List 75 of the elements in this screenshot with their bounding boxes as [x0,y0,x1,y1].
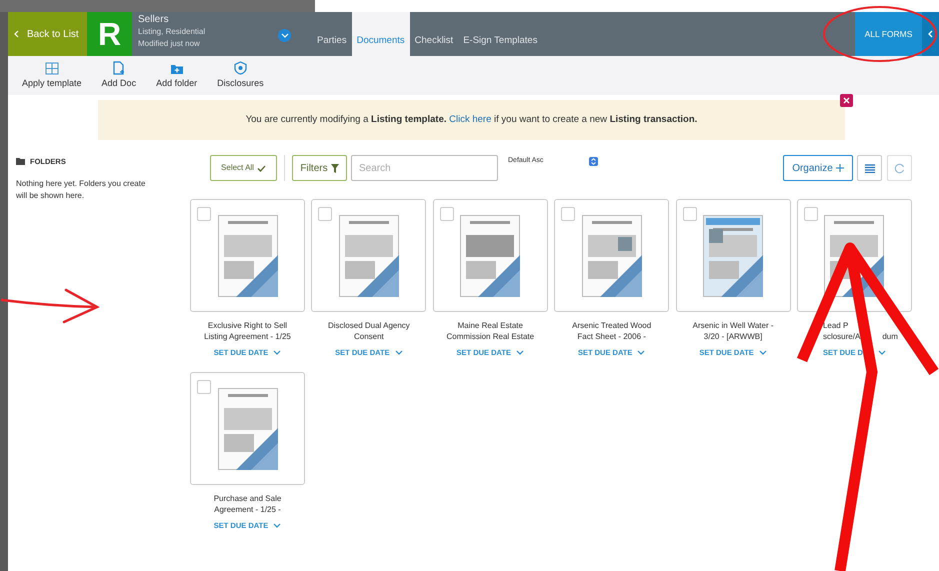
chevron-left-icon [928,30,933,38]
document-title: Exclusive Right to Sell [208,320,288,331]
document-card[interactable] [190,199,305,312]
toolbar-button[interactable]: Disclosures [209,60,272,90]
tab[interactable]: Checklist [410,12,458,56]
list-view-button[interactable] [857,155,882,181]
logo: R [87,12,132,56]
checkbox[interactable] [804,207,818,221]
tab[interactable]: Documents [352,12,410,56]
document-title: Listing Agreement - 1/25 [204,331,291,342]
document-title: 3/20 - [ARWWB] [704,331,762,342]
document-title: Consent [354,331,384,342]
checkbox[interactable] [197,380,211,394]
checkbox[interactable] [197,207,211,221]
checkmark-icon [256,164,266,172]
chevron-icon [273,350,282,356]
transaction-type: Listing, Residential [138,26,206,38]
toolbar-button[interactable]: Apply template [14,62,90,90]
document-card[interactable] [190,372,305,486]
document-title: Purchase and Sale [214,493,282,504]
modified-status: Modified just now [138,38,201,50]
checkbox[interactable] [561,207,576,221]
dropdown-icon [589,157,598,166]
toolbar-button[interactable]: Add Doc [94,60,144,90]
document-title: Disclosed Dual Agency [328,320,410,331]
close-button[interactable] [840,94,853,107]
checkbox[interactable] [318,207,332,221]
grid-icon [44,62,59,74]
move-icon [836,164,844,172]
chevron-icon [273,523,282,528]
chevron-icon [394,350,403,356]
checkbox[interactable] [682,207,697,221]
list-icon [864,164,874,172]
chevron-icon [280,33,288,38]
select-all-button[interactable]: Select All [210,155,277,181]
refresh-button[interactable] [887,155,912,181]
organize-button[interactable]: Organize [783,155,853,181]
chevron-icon [516,350,524,356]
shield-icon [234,60,247,74]
document-title: dum [882,331,898,342]
add-document-icon [112,60,125,74]
search-field[interactable]: Search [351,155,498,181]
document-title: Fact Sheet - 2006 - [577,331,646,342]
chevron-icon [637,350,646,356]
document-card[interactable] [432,199,548,312]
chevron-left-icon [14,30,19,38]
document-card[interactable] [676,199,791,312]
document-title: Agreement - 1/25 - [214,504,281,516]
tab[interactable]: Parties [312,12,352,56]
document-title: Maine Real Estate [458,320,523,331]
document-title: Arsenic in Well Water - [692,320,774,331]
document-card[interactable] [311,199,426,312]
document-title: Lead P [822,320,848,331]
chevron-icon [758,350,767,356]
filter-icon [330,164,339,172]
checkbox[interactable] [440,207,454,221]
document-title: sclosure/A [822,331,860,342]
filters-button[interactable]: Filters [292,155,347,181]
dropdown-button[interactable] [278,29,291,42]
folder-icon [16,158,25,166]
close-icon [843,97,850,104]
add-folder-icon [170,62,184,74]
chevron-icon [878,350,886,356]
tab[interactable]: E-Sign Templates [458,12,542,56]
toolbar-button[interactable]: Add folder [148,62,206,90]
refresh-icon [894,162,905,174]
document-title: Commission Real Estate [446,331,534,342]
click-here-link[interactable]: Click here [449,114,492,125]
document-card[interactable] [554,199,670,312]
empty-folders-text: Nothing here yet. Folders you create will be shown here. [16,178,146,202]
notice-text: You are currently modifying a Listing template. Click here if you want to create a new Listing transaction. [246,112,698,127]
all-forms-button[interactable]: ALL FORMS [855,12,922,56]
document-title: Arsenic Treated Wood [572,320,652,331]
transaction-title: Sellers [138,14,170,26]
back-button[interactable]: Back to List [8,12,87,56]
